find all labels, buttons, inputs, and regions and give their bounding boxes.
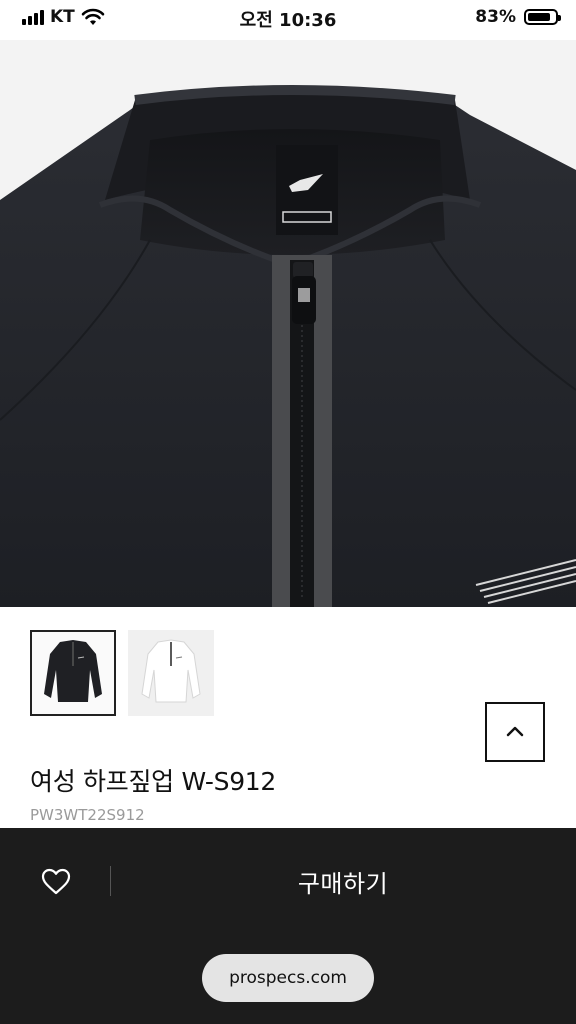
thumbnail-gallery	[30, 630, 214, 716]
product-code: PW3WT22S912	[30, 806, 145, 824]
buy-button[interactable]: 구매하기	[110, 856, 576, 906]
white-jacket-thumbnail[interactable]	[128, 630, 214, 716]
scroll-to-top-button[interactable]	[485, 702, 545, 762]
product-main-image[interactable]	[0, 40, 576, 607]
jacket-closeup-illustration	[0, 40, 576, 607]
battery-percent: 83%	[475, 7, 516, 27]
status-bar: KT 오전 10:36 83%	[0, 0, 576, 40]
browser-url-pill[interactable]: prospecs.com	[202, 954, 374, 1002]
wishlist-button[interactable]	[36, 864, 76, 900]
battery-icon	[524, 9, 561, 25]
status-right: 83%	[475, 7, 561, 27]
heart-icon	[41, 868, 71, 895]
white-jacket-image	[141, 639, 201, 703]
product-name: 여성 하프짚업 W-S912	[30, 767, 277, 796]
black-jacket-thumbnail[interactable]	[30, 630, 116, 716]
chevron-up-icon	[506, 726, 524, 737]
bottom-action-bar: 구매하기 prospecs.com	[0, 828, 576, 1024]
battery-level-fill	[528, 13, 550, 21]
black-jacket-image	[44, 640, 102, 702]
